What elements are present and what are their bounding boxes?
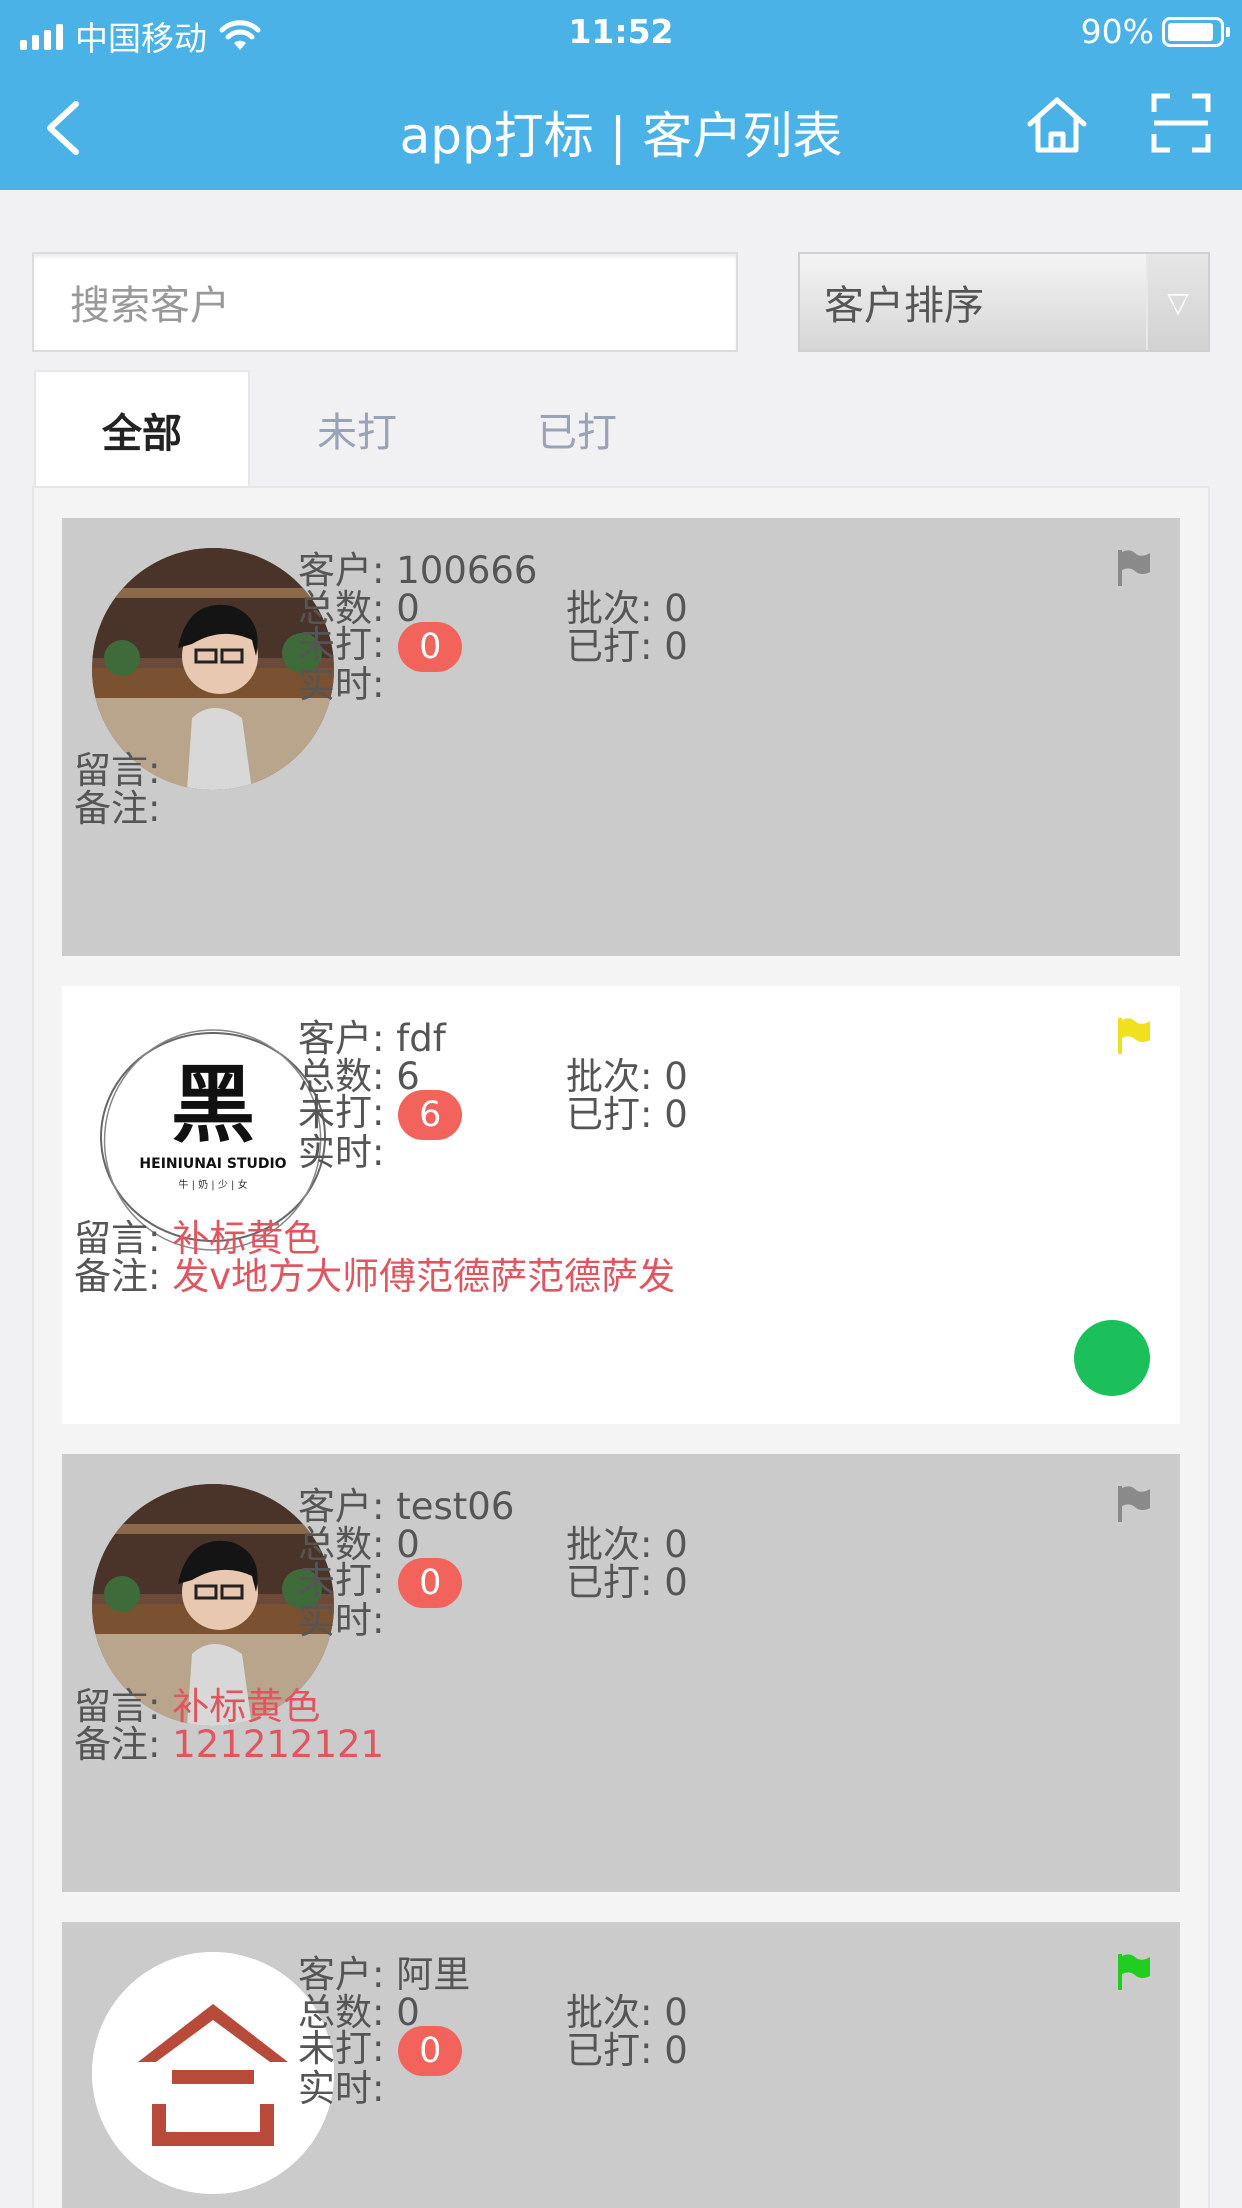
- svg-text:牛 | 奶 | 少 | 女: 牛 | 奶 | 少 | 女: [178, 1178, 247, 1191]
- customer-card[interactable]: 黑 HEINIUNAI STUDIO 牛 | 奶 | 少 | 女 客户: fdf…: [62, 986, 1180, 1424]
- remark-line: 备注: 发v地方大师傅范德萨范德萨发: [74, 1255, 676, 1298]
- nav-bar: app打标 | 客户列表: [0, 62, 1242, 190]
- unmarked-badge: 6: [398, 1089, 463, 1140]
- customer-card[interactable]: 客户: test06 总数: 0 批次: 0 未打: 0 已打: 0 实时: 留…: [62, 1454, 1180, 1892]
- sort-label: 客户排序: [824, 283, 984, 329]
- tab-unmarked[interactable]: 未打: [262, 370, 452, 488]
- unmarked-badge: 0: [398, 2025, 463, 2076]
- battery-group: 90%: [1080, 12, 1230, 51]
- flag-icon[interactable]: [1116, 548, 1152, 588]
- marked-count: 已打: 0: [566, 625, 688, 668]
- battery-icon: [1162, 16, 1230, 47]
- realtime-label: 实时:: [298, 1131, 385, 1174]
- flag-icon[interactable]: [1116, 1484, 1152, 1524]
- customer-sort-select[interactable]: 客户排序 ▽: [798, 252, 1210, 352]
- top-bar: 中国移动 11:52 90% app打标 | 客户列表: [0, 0, 1242, 190]
- flag-icon[interactable]: [1116, 1016, 1152, 1056]
- customer-card[interactable]: 客户: 100666 总数: 0 批次: 0 未打: 0 已打: 0 实时: 留…: [62, 518, 1180, 956]
- status-dot[interactable]: [1074, 1320, 1150, 1396]
- remark-line: 备注: 121212121: [74, 1723, 385, 1766]
- dropdown-arrow-icon[interactable]: ▽: [1146, 254, 1208, 350]
- tab-all[interactable]: 全部: [34, 370, 250, 488]
- search-input[interactable]: 搜索客户: [32, 252, 738, 352]
- tab-marked[interactable]: 已打: [482, 370, 672, 488]
- unmarked-badge: 0: [398, 621, 463, 672]
- svg-text:黑: 黑: [171, 1056, 255, 1154]
- marked-count: 已打: 0: [566, 2029, 688, 2072]
- status-time: 11:52: [568, 12, 674, 51]
- marked-count: 已打: 0: [566, 1561, 688, 1604]
- battery-percent: 90%: [1080, 12, 1154, 51]
- customer-card[interactable]: 客户: 阿里 总数: 0 批次: 0 未打: 0 已打: 0 实时:: [62, 1922, 1180, 2208]
- realtime-label: 实时:: [298, 663, 385, 706]
- scan-icon[interactable]: [1150, 92, 1212, 154]
- filter-tabs: 全部 未打 已打: [32, 370, 1210, 488]
- unmarked-badge: 0: [398, 1557, 463, 1608]
- marked-count: 已打: 0: [566, 1093, 688, 1136]
- remark-line: 备注:: [74, 787, 161, 830]
- flag-icon[interactable]: [1116, 1952, 1152, 1992]
- realtime-label: 实时:: [298, 2067, 385, 2110]
- realtime-label: 实时:: [298, 1599, 385, 1642]
- home-icon[interactable]: [1024, 92, 1090, 158]
- svg-text:HEINIUNAI STUDIO: HEINIUNAI STUDIO: [139, 1156, 286, 1172]
- status-bar: 中国移动 11:52 90%: [0, 0, 1242, 62]
- search-placeholder: 搜索客户: [70, 283, 230, 329]
